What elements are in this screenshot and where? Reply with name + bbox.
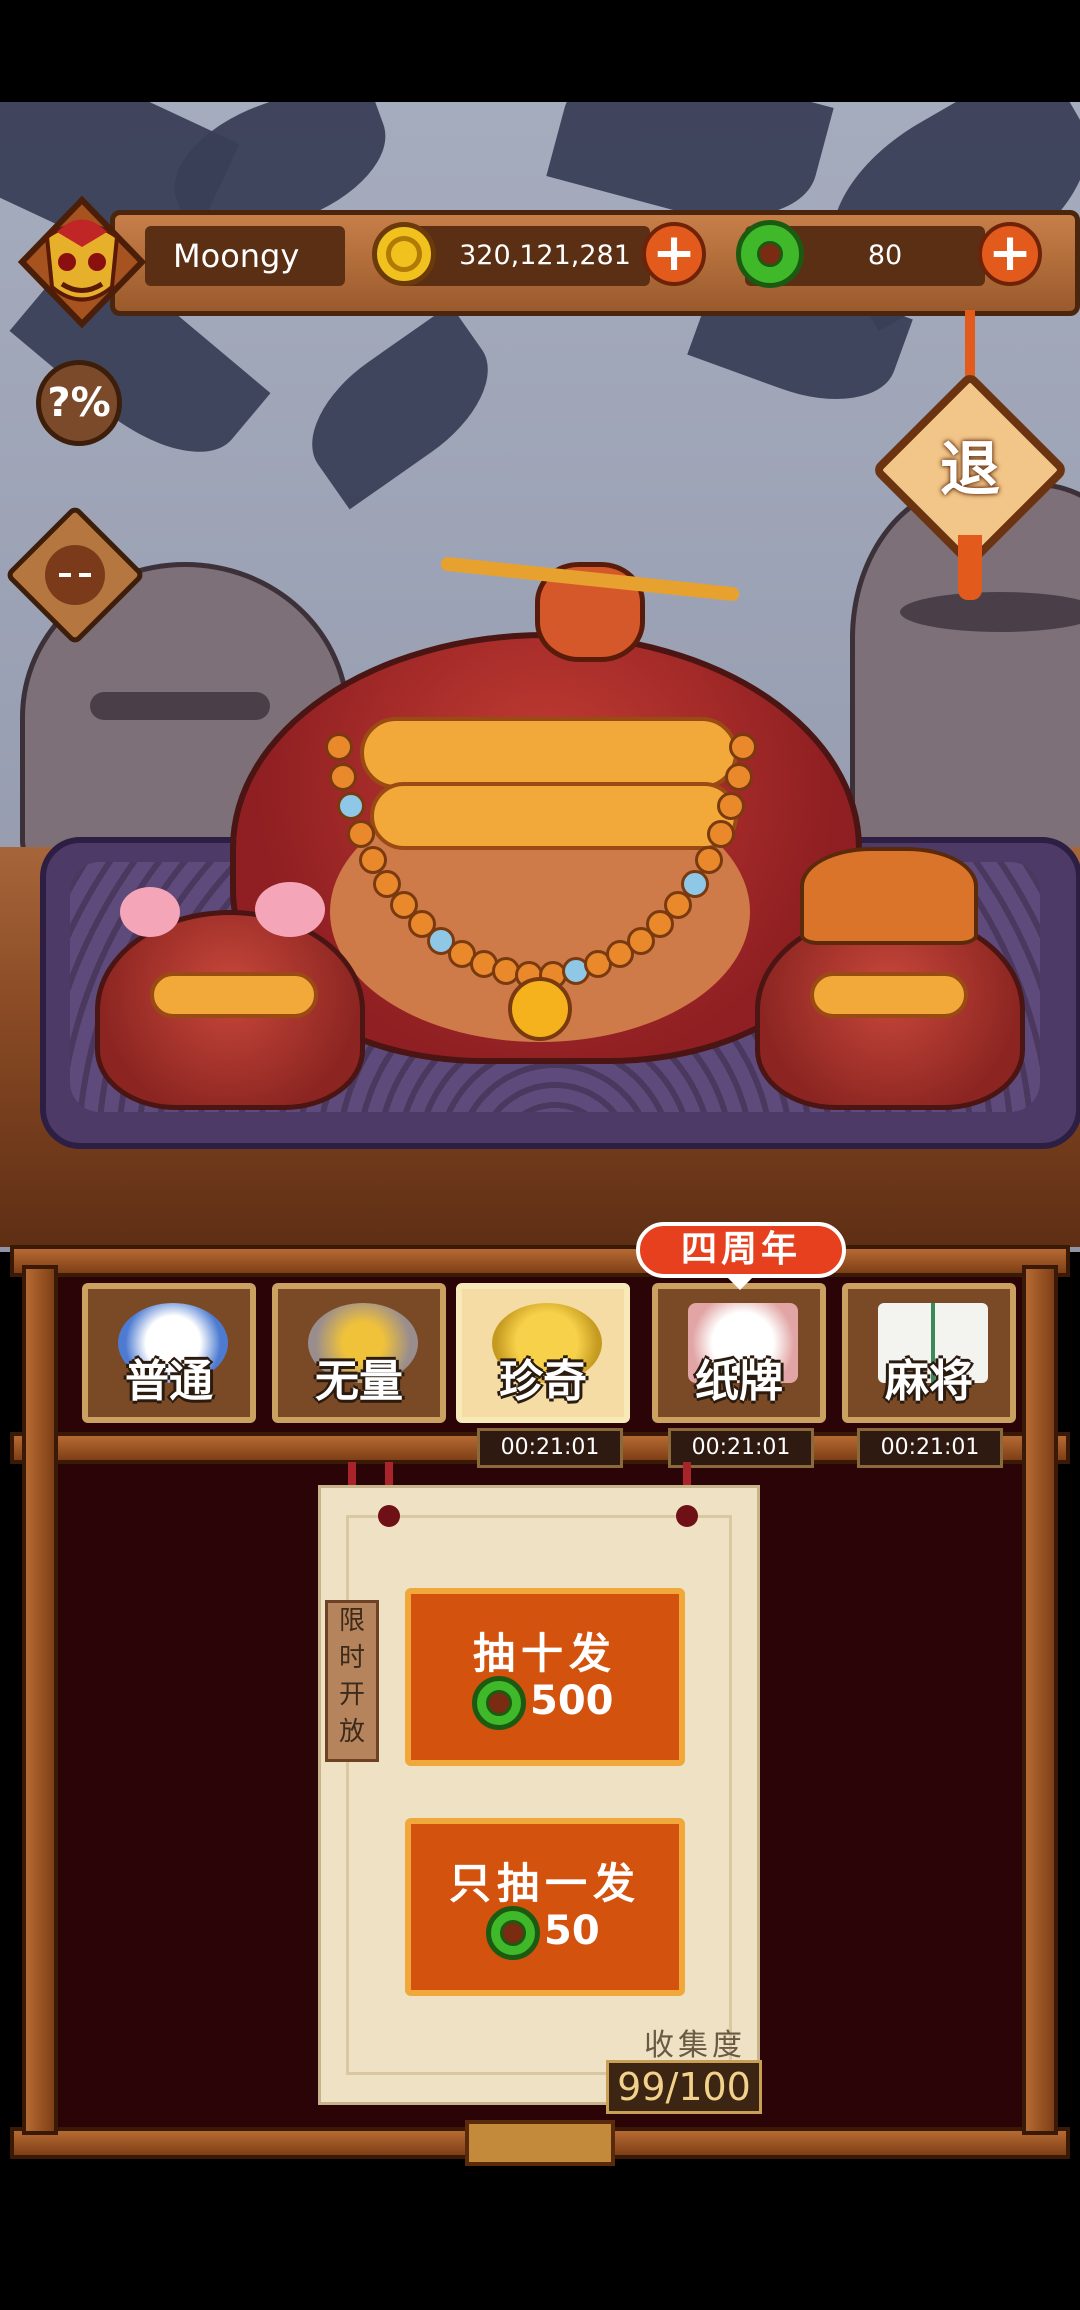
odds-label: ?% xyxy=(47,380,111,426)
tab-cards[interactable]: 纸牌 xyxy=(652,1283,826,1423)
odds-info-button[interactable]: ?% xyxy=(36,360,122,446)
nail xyxy=(378,1505,400,1527)
panel-bottom-clasp xyxy=(465,2120,615,2166)
username: Moongy xyxy=(173,237,300,275)
coin-icon xyxy=(372,222,436,286)
small-frog-left-lip xyxy=(150,972,318,1018)
bead xyxy=(358,845,387,874)
coin-amount: 320,121,281 xyxy=(459,240,631,271)
jade-icon xyxy=(472,1676,526,1730)
flower-ornament xyxy=(120,887,180,937)
tab-label: 麻将 xyxy=(885,1356,973,1407)
small-frog-right-lip xyxy=(810,972,968,1018)
nail xyxy=(676,1505,698,1527)
tab-label: 珍奇 xyxy=(499,1356,587,1407)
tab-infinite[interactable]: 无量 xyxy=(272,1283,446,1423)
panel-top-beam xyxy=(10,1245,1070,1277)
draw-one-cost: 50 xyxy=(544,1908,600,1954)
leaf-shadow xyxy=(286,304,514,510)
draw-one-label: 只抽一发 xyxy=(448,1859,641,1908)
bead xyxy=(680,869,709,898)
big-frog-upper-lip xyxy=(360,717,738,789)
player-avatar[interactable] xyxy=(12,192,152,332)
tab-rare[interactable]: 珍奇 xyxy=(456,1283,630,1423)
tab-mahjong[interactable]: 麻将 xyxy=(842,1283,1016,1423)
tab-timer-rare: 00:21:01 xyxy=(477,1428,623,1468)
tiger-hat xyxy=(800,847,978,945)
jade-icon xyxy=(486,1906,540,1960)
stone-frog-mouth xyxy=(90,692,270,720)
prayer-bead-pendant xyxy=(508,977,572,1041)
jade-icon xyxy=(736,220,804,288)
tab-label: 纸牌 xyxy=(695,1356,783,1407)
panel-left-post xyxy=(22,1265,58,2135)
draw-ten-label: 抽十发 xyxy=(472,1629,617,1678)
bead xyxy=(336,791,365,820)
bead xyxy=(717,791,746,820)
collection-label: 收集度 xyxy=(644,2028,746,2063)
anniversary-badge: 四周年 xyxy=(636,1222,846,1278)
bead xyxy=(346,819,375,848)
big-frog-lower-lip xyxy=(370,782,738,850)
demon-mask-icon xyxy=(17,195,147,329)
quit-tassel xyxy=(958,535,982,600)
flower-ornament xyxy=(255,882,325,937)
tab-label: 普通 xyxy=(125,1356,213,1407)
limited-time-tag: 限时开放 xyxy=(325,1600,379,1762)
tab-normal[interactable]: 普通 xyxy=(82,1283,256,1423)
draw-ten-cost: 500 xyxy=(530,1678,614,1724)
bead xyxy=(707,819,736,848)
collection-progress: 99/100 xyxy=(606,2060,762,2114)
tab-label: 无量 xyxy=(315,1356,403,1407)
username-slot: Moongy xyxy=(145,226,345,286)
sleepy-face-icon xyxy=(45,545,105,605)
coin-slot: 320,121,281 xyxy=(400,226,650,286)
badge-pointer xyxy=(726,1276,754,1290)
quit-label: 退 xyxy=(940,435,1000,505)
add-jade-button[interactable]: + xyxy=(978,222,1042,286)
panel-right-post xyxy=(1022,1265,1058,2135)
bead xyxy=(324,733,353,762)
add-coins-button[interactable]: + xyxy=(642,222,706,286)
bead xyxy=(724,763,753,792)
tab-timer-mahjong: 00:21:01 xyxy=(857,1428,1003,1468)
bead xyxy=(695,845,724,874)
